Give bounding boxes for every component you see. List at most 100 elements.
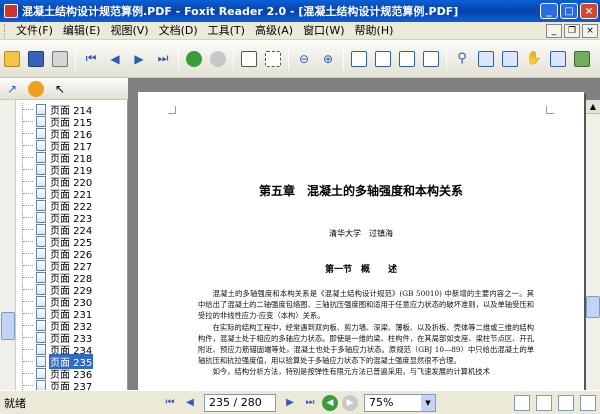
secondary-toolbar: ↗ ↖ bbox=[0, 78, 128, 100]
first-page-icon[interactable]: ⏮ bbox=[161, 394, 179, 412]
back-icon[interactable]: ◀ bbox=[322, 394, 338, 411]
paragraph: 混凝土的多轴强度和本构关系是《混凝土结构设计规范》(GB 50010) 中新增的… bbox=[198, 289, 534, 321]
select-text-icon[interactable] bbox=[238, 48, 260, 70]
paragraph: 如今，结构分析方法，特别是按弹性有限元方法已普遍采用，与飞速发展的计算机技术 bbox=[212, 367, 490, 377]
crop-mark bbox=[546, 106, 554, 114]
document-viewer[interactable]: ▲ 第五章 混凝土的多轴强度和本构关系 清华大学 过镇海 第一节 概 述 混凝土… bbox=[128, 78, 600, 392]
help-icon[interactable] bbox=[25, 78, 47, 100]
last-page-icon[interactable]: ⏭ bbox=[301, 394, 319, 412]
window-title: 混凝土结构设计规范算例.PDF - Foxit Reader 2.0 - [混凝… bbox=[22, 5, 459, 18]
save-icon[interactable] bbox=[25, 48, 47, 70]
author-line: 清华大学 过镇海 bbox=[329, 229, 393, 238]
menu-file[interactable]: 文件(F) bbox=[11, 22, 58, 40]
page-icon bbox=[36, 224, 46, 235]
next-page-icon[interactable]: ▶ bbox=[128, 48, 150, 70]
menu-window[interactable]: 窗口(W) bbox=[298, 22, 349, 40]
page-navigation-panel: 页面 214 页面 215 页面 216 页面 217 页面 218 页面 219 页面 2… bbox=[0, 100, 128, 390]
menu-help[interactable]: 帮助(H) bbox=[350, 22, 399, 40]
bookmarks-icon[interactable] bbox=[475, 48, 497, 70]
forward-icon[interactable]: ▶ bbox=[342, 394, 358, 411]
minimize-button[interactable]: _ bbox=[540, 3, 558, 19]
zoom-in-icon[interactable]: ⊕ bbox=[317, 48, 339, 70]
facing-continuous-icon[interactable] bbox=[420, 48, 442, 70]
hand-icon[interactable]: ✋ bbox=[523, 48, 545, 70]
zoom-select[interactable]: 75% ▼ bbox=[364, 393, 436, 412]
toolbar-separator bbox=[343, 47, 344, 70]
viewer-scroll-thumb[interactable] bbox=[586, 296, 600, 318]
page-icon bbox=[36, 284, 46, 295]
status-text: 就绪 bbox=[4, 396, 26, 410]
page-icon bbox=[36, 152, 46, 163]
facing-icon[interactable] bbox=[396, 48, 418, 70]
doc-restore-button[interactable]: ❐ bbox=[564, 23, 580, 38]
menu-document[interactable]: 文档(D) bbox=[154, 22, 203, 40]
viewer-scrollbar[interactable]: ▲ bbox=[584, 100, 600, 390]
page-icon bbox=[36, 128, 46, 139]
page-icon bbox=[36, 116, 46, 127]
pointer-icon[interactable]: ↖ bbox=[49, 78, 71, 100]
sidebar-scrollbar[interactable] bbox=[0, 100, 16, 390]
menu-tools[interactable]: 工具(T) bbox=[203, 22, 250, 40]
open-folder-icon[interactable] bbox=[1, 48, 23, 70]
app-icon[interactable] bbox=[4, 4, 18, 18]
doc-close-button[interactable]: × bbox=[582, 23, 598, 38]
facing-continuous-view-icon[interactable] bbox=[580, 394, 596, 411]
main-toolbar: ⏮ ◀ ▶ ⏭ ⊖ ⊕ ⚲ ✋ bbox=[0, 40, 600, 78]
page-icon bbox=[36, 344, 46, 355]
menu-bar: 文件(F) 编辑(E) 视图(V) 文档(D) 工具(T) 高级(A) 窗口(W… bbox=[0, 22, 600, 40]
print-icon[interactable] bbox=[49, 48, 71, 70]
page-icon bbox=[36, 356, 46, 367]
image-icon[interactable] bbox=[571, 48, 593, 70]
toolbar-separator bbox=[446, 47, 447, 70]
forward-icon[interactable] bbox=[207, 48, 229, 70]
next-page-icon[interactable]: ▶ bbox=[281, 394, 299, 412]
menu-edit[interactable]: 编辑(E) bbox=[58, 22, 106, 40]
crop-mark bbox=[168, 106, 176, 114]
maximize-button[interactable]: □ bbox=[560, 3, 578, 19]
chapter-title: 第五章 混凝土的多轴强度和本构关系 bbox=[258, 184, 463, 198]
title-bar: 混凝土结构设计规范算例.PDF - Foxit Reader 2.0 - [混凝… bbox=[0, 0, 600, 22]
back-icon[interactable] bbox=[183, 48, 205, 70]
menu-view[interactable]: 视图(V) bbox=[105, 22, 153, 40]
zoom-value: 75% bbox=[369, 395, 394, 409]
prev-page-icon[interactable]: ◀ bbox=[104, 48, 126, 70]
page-icon bbox=[36, 104, 46, 115]
continuous-view-icon[interactable] bbox=[536, 394, 552, 411]
paragraph: 在实际的结构工程中，经常遇到双向板、剪力墙、深梁、薄板、以及折板、壳体等二维或三… bbox=[198, 322, 534, 366]
page-icon bbox=[36, 236, 46, 247]
pdf-page: 第五章 混凝土的多轴强度和本构关系 清华大学 过镇海 第一节 概 述 混凝土的多… bbox=[138, 92, 584, 392]
zoom-out-icon[interactable]: ⊖ bbox=[293, 48, 315, 70]
chevron-down-icon[interactable]: ▼ bbox=[421, 394, 435, 411]
facing-view-icon[interactable] bbox=[558, 394, 574, 411]
first-page-icon[interactable]: ⏮ bbox=[80, 48, 102, 70]
single-page-icon[interactable] bbox=[348, 48, 370, 70]
page-icon bbox=[36, 332, 46, 343]
find-icon[interactable]: ⚲ bbox=[451, 48, 473, 70]
page-icon bbox=[36, 176, 46, 187]
single-page-view-icon[interactable] bbox=[514, 394, 530, 411]
close-button[interactable]: × bbox=[580, 3, 598, 19]
thumbnails-icon[interactable] bbox=[499, 48, 521, 70]
page-label: 页面 237 bbox=[50, 382, 93, 390]
sidebar-scroll-thumb[interactable] bbox=[1, 312, 15, 340]
arrow-tool-icon[interactable]: ↗ bbox=[1, 78, 23, 100]
toolbar-separator bbox=[178, 47, 179, 70]
page-icon bbox=[36, 212, 46, 223]
toolbar-separator bbox=[233, 47, 234, 70]
menu-advanced[interactable]: 高级(A) bbox=[250, 22, 298, 40]
tree-line bbox=[22, 379, 36, 390]
snapshot-icon[interactable] bbox=[262, 48, 284, 70]
sidebar-page-item[interactable]: 页面 237 bbox=[16, 379, 124, 390]
section-title: 第一节 概 述 bbox=[324, 265, 397, 275]
menu-grip[interactable] bbox=[4, 23, 7, 38]
rotate-icon[interactable] bbox=[547, 48, 569, 70]
page-number-input[interactable]: 235 / 280 bbox=[204, 393, 276, 412]
continuous-icon[interactable] bbox=[372, 48, 394, 70]
page-icon bbox=[36, 308, 46, 319]
doc-minimize-button[interactable]: _ bbox=[546, 23, 562, 38]
scroll-up-icon[interactable]: ▲ bbox=[585, 100, 600, 114]
last-page-icon[interactable]: ⏭ bbox=[152, 48, 174, 70]
prev-page-icon[interactable]: ◀ bbox=[181, 394, 199, 412]
page-icon bbox=[36, 380, 46, 390]
page-icon bbox=[36, 260, 46, 271]
